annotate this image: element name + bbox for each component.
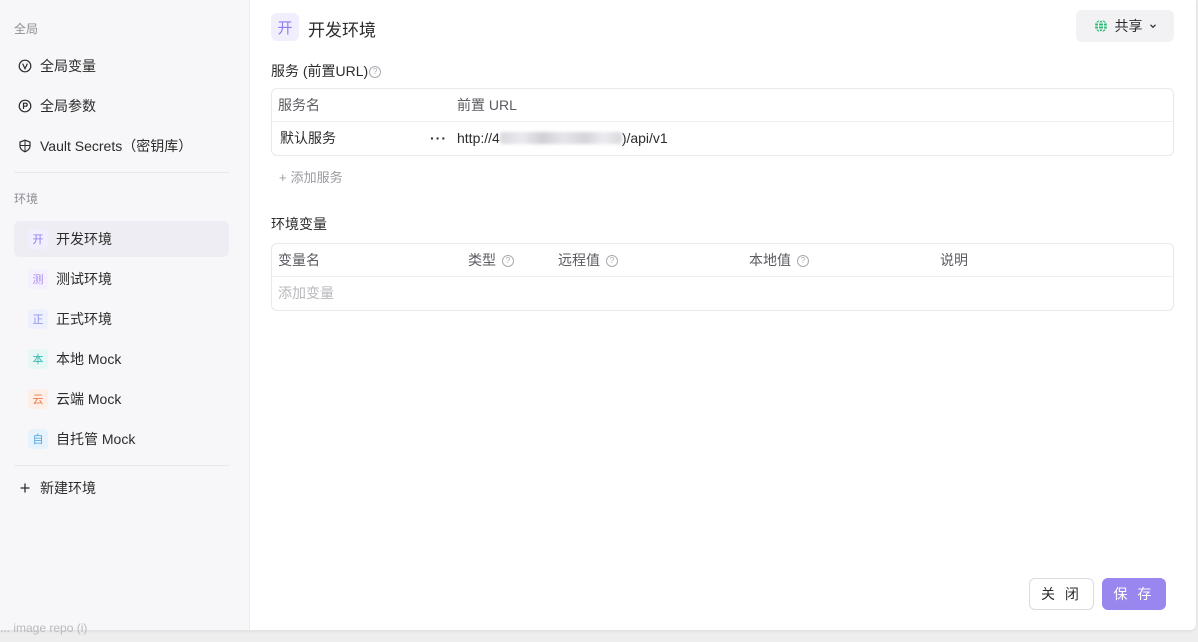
redacted-host <box>499 132 622 145</box>
save-button[interactable]: 保 存 <box>1102 578 1166 610</box>
header-text: 远程值 <box>558 252 600 268</box>
sidebar: 全局 全局变量 全局参数 Vault Secrets（密钥库） 环境 开 开发环… <box>0 0 250 630</box>
sidebar-item-global-parameters[interactable]: 全局参数 <box>14 88 229 124</box>
close-button[interactable]: 关 闭 <box>1029 578 1094 610</box>
sidebar-divider <box>14 172 229 173</box>
column-header-description: 说明 <box>940 252 968 268</box>
sidebar-item-label: 全局变量 <box>40 58 96 74</box>
more-options-icon[interactable]: ··· <box>430 122 447 155</box>
global-section-label: 全局 <box>14 22 39 36</box>
shield-icon <box>18 139 32 153</box>
help-icon[interactable]: ? <box>502 255 514 268</box>
sidebar-item-label: 全局参数 <box>40 98 96 114</box>
parameter-circle-icon <box>18 99 32 113</box>
base-url-cell[interactable]: http://4 )/api/v1 <box>457 122 668 155</box>
env-badge: 开 <box>28 229 48 249</box>
env-label: 云端 Mock <box>56 391 122 407</box>
services-title-text: 服务 (前置URL) <box>271 63 369 79</box>
env-badge: 云 <box>28 389 48 409</box>
env-header-badge: 开 <box>271 13 299 41</box>
globe-icon <box>1094 19 1108 33</box>
sidebar-env-local-mock[interactable]: 本 本地 Mock <box>14 341 229 377</box>
env-label: 正式环境 <box>56 311 112 327</box>
share-button[interactable]: 共享 <box>1076 10 1174 42</box>
add-service-button[interactable]: + 添加服务 <box>279 167 343 186</box>
header-text: 本地值 <box>749 252 791 268</box>
sidebar-item-vault-secrets[interactable]: Vault Secrets（密钥库） <box>14 128 229 164</box>
sidebar-env-test[interactable]: 测 测试环境 <box>14 261 229 297</box>
env-badge: 本 <box>28 349 48 369</box>
sidebar-item-label: Vault Secrets（密钥库） <box>40 138 193 154</box>
env-label: 测试环境 <box>56 271 112 287</box>
env-badge: 正 <box>28 309 48 329</box>
sidebar-env-dev[interactable]: 开 开发环境 <box>14 221 229 257</box>
plus-icon: + <box>279 170 287 185</box>
services-section-title: 服务 (前置URL)? <box>271 61 382 81</box>
table-header-row: 服务名 前置 URL <box>272 89 1173 122</box>
add-service-label: 添加服务 <box>290 170 343 185</box>
services-table: 服务名 前置 URL 默认服务 ··· http://4 )/api/v1 <box>271 88 1174 156</box>
sidebar-env-self-hosted-mock[interactable]: 自 自托管 Mock <box>14 421 229 457</box>
help-icon[interactable]: ? <box>606 255 618 268</box>
help-icon[interactable]: ? <box>369 66 382 79</box>
env-title[interactable]: 开发环境 <box>308 16 376 41</box>
sidebar-divider <box>14 465 229 466</box>
share-label: 共享 <box>1114 18 1143 34</box>
table-row[interactable]: 默认服务 ··· http://4 )/api/v1 <box>272 122 1173 155</box>
base-url-prefix: http://4 <box>457 130 500 146</box>
column-header-local-value: 本地值? <box>749 244 809 277</box>
column-header-variable-name: 变量名 <box>278 252 320 268</box>
help-icon[interactable]: ? <box>797 255 809 268</box>
column-header-base-url: 前置 URL <box>457 97 517 113</box>
column-header-remote-value: 远程值? <box>558 244 618 277</box>
env-badge: 自 <box>28 429 48 449</box>
sidebar-item-global-variables[interactable]: 全局变量 <box>14 48 229 84</box>
env-label: 开发环境 <box>56 231 112 247</box>
env-badge: 测 <box>28 269 48 289</box>
header-text: 类型 <box>468 252 496 268</box>
service-name-cell[interactable]: 默认服务 <box>280 122 336 155</box>
new-environment-label: 新建环境 <box>40 480 96 496</box>
env-label: 自托管 Mock <box>56 431 136 447</box>
add-variable-input[interactable]: 添加变量 <box>278 277 334 310</box>
env-label: 本地 Mock <box>56 351 122 367</box>
background-partial-text: ... image repo (i) <box>0 621 88 635</box>
sidebar-env-cloud-mock[interactable]: 云 云端 Mock <box>14 381 229 417</box>
env-section-label: 环境 <box>14 192 39 206</box>
chevron-down-icon <box>1149 22 1157 30</box>
variable-circle-icon <box>18 59 32 73</box>
variables-table: 变量名 类型? 远程值? 本地值? 说明 添加变量 <box>271 243 1174 311</box>
column-header-service-name: 服务名 <box>278 97 320 113</box>
variables-section-title: 环境变量 <box>271 216 327 232</box>
table-row[interactable]: 添加变量 <box>272 277 1173 310</box>
new-environment-button[interactable]: 新建环境 <box>14 470 229 506</box>
base-url-suffix: )/api/v1 <box>621 130 668 146</box>
plus-icon <box>18 481 32 495</box>
table-header-row: 变量名 类型? 远程值? 本地值? 说明 <box>272 244 1173 277</box>
sidebar-env-prod[interactable]: 正 正式环境 <box>14 301 229 337</box>
column-header-type: 类型? <box>468 244 514 277</box>
